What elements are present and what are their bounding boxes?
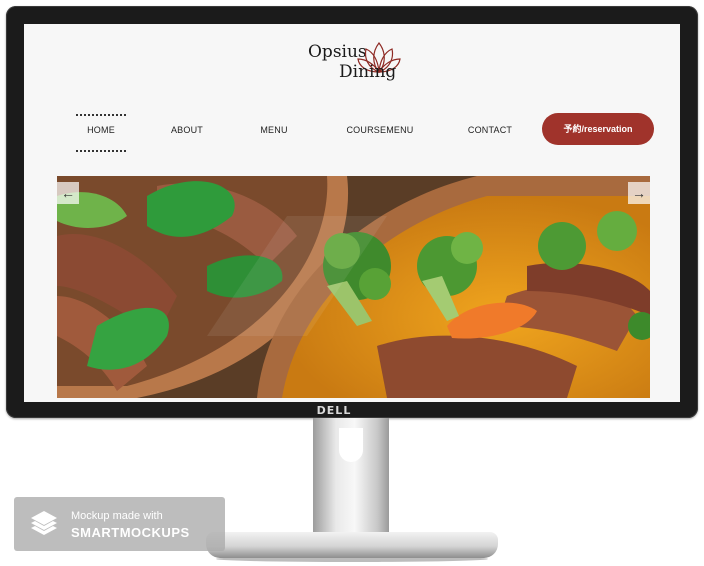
nav-menu[interactable]: MENU (252, 112, 296, 148)
reservation-button[interactable]: 予約/reservation (542, 113, 654, 145)
arrow-left-icon: ← (61, 185, 75, 201)
layers-icon (31, 511, 57, 535)
arrow-right-icon: → (632, 185, 646, 201)
cable-hole (339, 428, 363, 462)
slider-prev-button[interactable]: ← (57, 182, 79, 204)
nav-contact[interactable]: CONTACT (462, 112, 518, 148)
watermark-brand: SMARTMOCKUPS (71, 525, 190, 540)
smartmockups-watermark: Mockup made with SMARTMOCKUPS (14, 497, 225, 551)
food-photo (57, 176, 650, 398)
nav-home[interactable]: HOME (76, 112, 126, 152)
watermark-caption: Mockup made with (71, 510, 163, 522)
site-logo[interactable]: Opsius Dining (308, 38, 418, 88)
logo-text-dining: Dining (339, 62, 397, 82)
slider-next-button[interactable]: → (628, 182, 650, 204)
website-screen: Opsius Dining HOME ABOUT MENU COURSEMENU… (24, 24, 680, 402)
hero-slider-image (57, 176, 650, 398)
dell-logo: DELL (316, 404, 352, 417)
nav-about[interactable]: ABOUT (164, 112, 210, 148)
monitor-stand-neck (313, 418, 389, 540)
nav-coursemenu[interactable]: COURSEMENU (340, 112, 420, 148)
monitor-bezel: Opsius Dining HOME ABOUT MENU COURSEMENU… (6, 6, 698, 418)
monitor-stand-base (206, 532, 498, 558)
